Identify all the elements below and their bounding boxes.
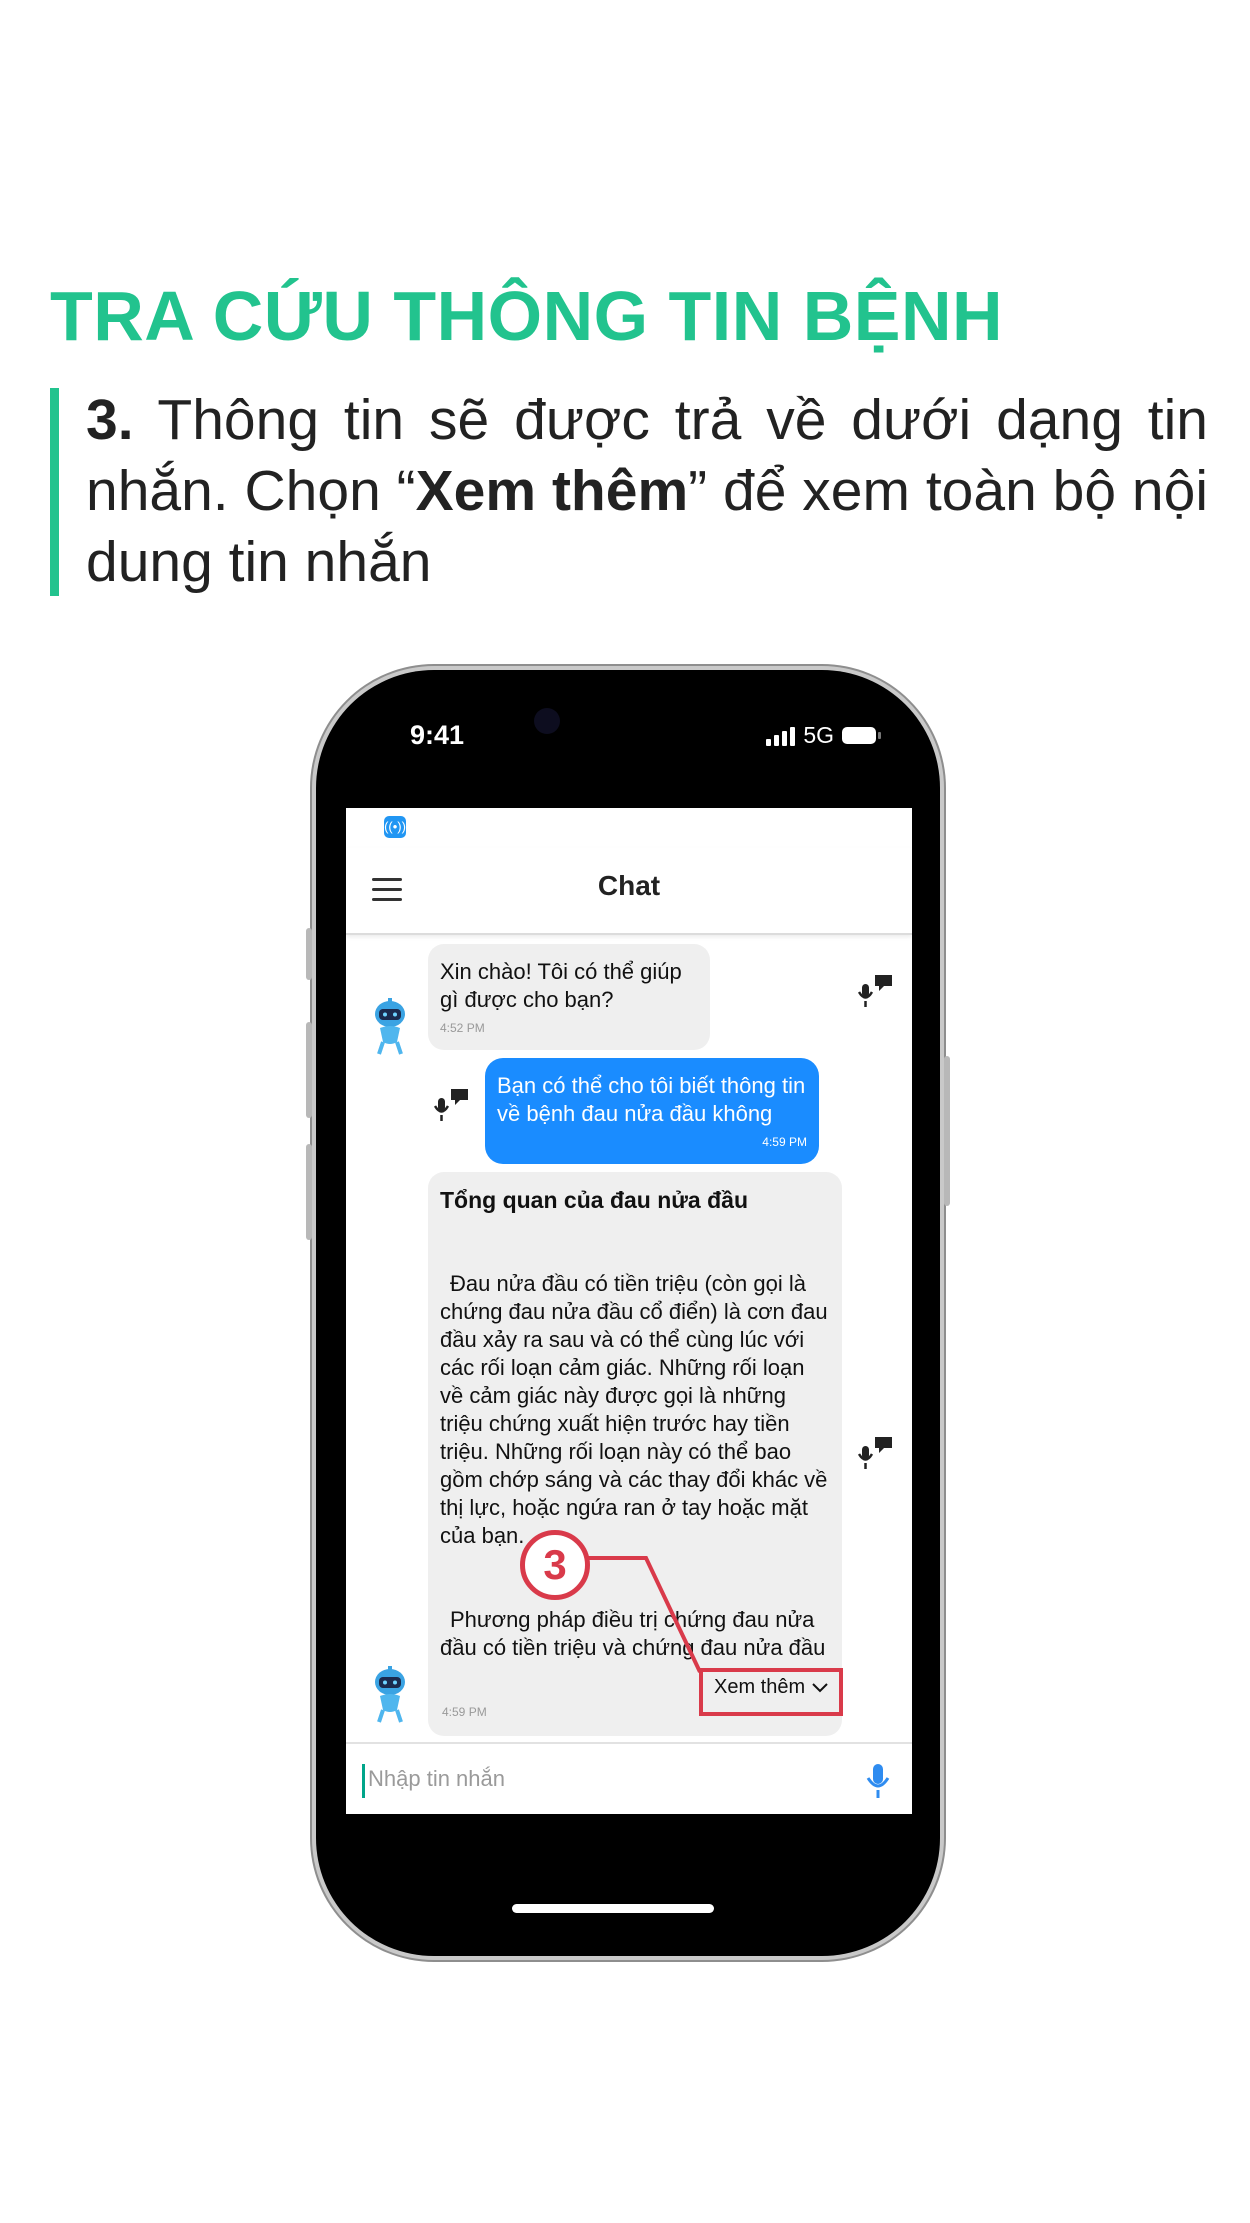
callout-highlight-box — [699, 1668, 843, 1716]
callout-connector — [586, 1556, 702, 1673]
callout-number: 3 — [520, 1530, 590, 1600]
